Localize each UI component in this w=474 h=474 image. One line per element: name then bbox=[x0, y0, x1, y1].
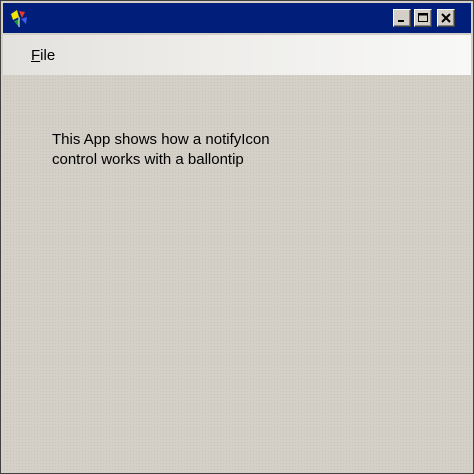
maximize-button[interactable] bbox=[414, 9, 432, 27]
app-icon[interactable] bbox=[8, 8, 30, 28]
title-bar[interactable] bbox=[3, 3, 471, 33]
client-area: This App shows how a notifyIcon control … bbox=[3, 75, 471, 471]
menu-bar: File bbox=[3, 35, 471, 75]
maximize-icon bbox=[418, 13, 428, 22]
description-label: This App shows how a notifyIcon control … bbox=[52, 131, 270, 168]
menu-item-file-mnemonic: F bbox=[31, 47, 41, 64]
app-window: File This App shows how a notifyIcon con… bbox=[0, 0, 474, 474]
close-icon bbox=[441, 13, 451, 23]
close-button[interactable] bbox=[437, 9, 455, 27]
menu-item-file-label: ile bbox=[40, 47, 56, 64]
minimize-button[interactable] bbox=[393, 9, 411, 27]
minimize-icon bbox=[398, 20, 404, 22]
menu-item-file[interactable]: File bbox=[31, 47, 55, 64]
